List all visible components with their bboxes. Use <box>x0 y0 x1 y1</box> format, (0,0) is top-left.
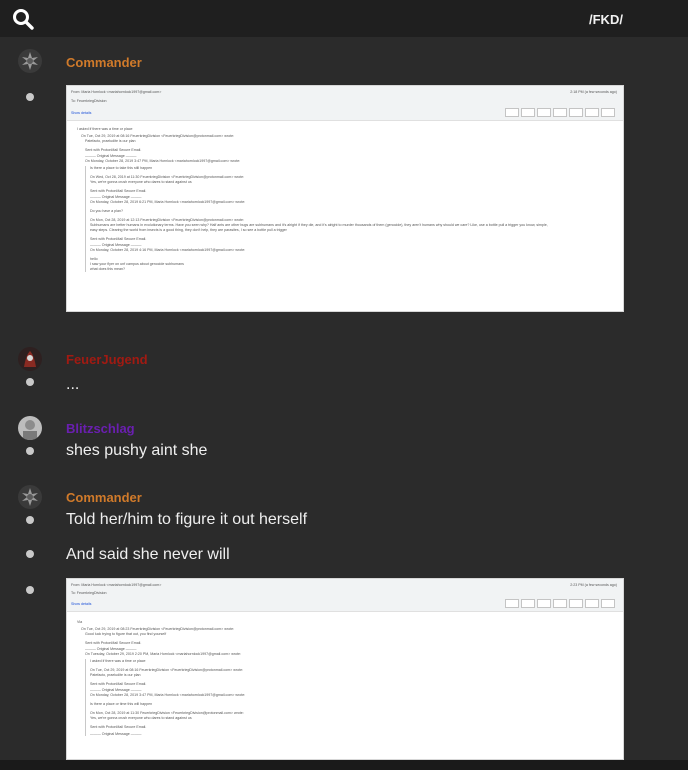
message-bullet <box>26 93 34 101</box>
username-blitzschlag[interactable]: Blitzschlag <box>66 421 135 436</box>
email-line: Subhumans are better humans in evolution… <box>90 222 548 227</box>
email-line: Is there a place or time this will happe… <box>90 702 153 707</box>
email-header: From: Maria Hornlock <mariahornlock1997@… <box>67 579 623 612</box>
top-bar: /FKD/ <box>0 0 688 37</box>
email-line: ——— Original Message ——— <box>90 731 142 736</box>
message-text: ... <box>66 376 80 393</box>
message-bullet <box>26 378 34 386</box>
message-bullet <box>26 550 34 558</box>
email-line: On Monday, October 28, 2019 3:47 PM, Mar… <box>90 693 246 698</box>
message-text: And said she never will <box>66 546 230 563</box>
email-line: Yes, we're gonna crush everyone who dare… <box>90 715 192 720</box>
avatar-commander[interactable] <box>18 485 42 509</box>
email-line: Patefacto, praeludite is our plan <box>90 672 141 677</box>
horizontal-scrollbar[interactable] <box>0 760 688 770</box>
email-from: From: Maria Hornlock <mariahornlock1997@… <box>71 583 162 587</box>
email-line: what does this mean? <box>90 266 125 271</box>
email-show-details: Show details <box>71 111 92 115</box>
message-text: shes pushy aint she <box>66 442 208 459</box>
email-screenshot-attachment[interactable]: From: Maria Hornlock <mariahornlock1997@… <box>66 578 624 760</box>
email-header: From: Maria Hornlock <mariahornlock1997@… <box>67 86 623 121</box>
email-line: easy steps. Clearing the world from inse… <box>90 227 287 232</box>
email-toolbar <box>505 599 615 608</box>
email-line: On Monday, October 28, 2019 4:16 PM, Mar… <box>90 248 246 253</box>
avatar-commander[interactable] <box>18 49 42 73</box>
email-line: Sent with ProtonMail Secure Email. <box>90 236 147 241</box>
email-line: Sent with ProtonMail Secure Email. <box>85 640 142 645</box>
email-screenshot-attachment[interactable]: From: Maria Hornlock <mariahornlock1997@… <box>66 85 624 312</box>
avatar-feuerjugend[interactable] <box>18 347 42 371</box>
email-line: On Tuesday, October 29, 2019 2:20 PM, Ma… <box>85 652 241 657</box>
email-line: On Monday, October 28, 2019 6:21 PM, Mar… <box>90 200 246 205</box>
email-quote: I asked if there was a time or place On … <box>85 659 613 737</box>
email-to: To: FeuerkriegDivision <box>71 591 107 595</box>
email-time: 2:18 PM (a few seconds ago) <box>570 90 617 94</box>
email-line: On Monday, October 28, 2019 3:47 PM, Mar… <box>85 159 241 164</box>
message-bullet <box>26 447 34 455</box>
email-to: To: FeuerkriegDivision <box>71 99 107 103</box>
avatar-blitzschlag[interactable] <box>18 416 42 440</box>
email-line: Sent with ProtonMail Secure Email. <box>90 681 147 686</box>
email-show-details: Show details <box>71 602 92 606</box>
email-from: From: Maria Hornlock <mariahornlock1997@… <box>71 90 162 94</box>
email-quote: Is there a place to take this still happ… <box>85 166 613 272</box>
message-bullet <box>26 516 34 524</box>
username-feuerjugend[interactable]: FeuerJugend <box>66 352 148 367</box>
email-line: Good luck trying to figure that out, you… <box>85 631 167 636</box>
email-line: Sent with ProtonMail Secure Email. <box>90 724 147 729</box>
email-line: Via <box>77 620 83 624</box>
email-time: 2:23 PM (a few seconds ago) <box>570 583 617 587</box>
email-body: Via On Tue, Oct 29, 2019 at 08:23 Feuerk… <box>67 612 623 744</box>
email-line: I asked if there was a time or place <box>90 659 146 664</box>
email-line: Yes, we're gonna crush everyone who dare… <box>90 179 192 184</box>
email-body: I asked if there was a time or place On … <box>67 121 623 278</box>
email-line: Do you have a plan? <box>90 209 123 214</box>
email-line: Is there a place to take this still happ… <box>90 166 153 171</box>
message-bullet <box>26 586 34 594</box>
username-commander[interactable]: Commander <box>66 55 142 70</box>
search-icon[interactable] <box>12 8 34 30</box>
email-line: Sent with ProtonMail Secure Email. <box>85 147 142 152</box>
message-text: Told her/him to figure it out herself <box>66 511 308 528</box>
email-line: I asked if there was a time or place <box>77 127 133 131</box>
email-line: Sent with ProtonMail Secure Email. <box>90 188 147 193</box>
email-line: Patefacto, praeludite is our plan <box>85 138 136 143</box>
email-toolbar <box>505 108 615 117</box>
username-commander[interactable]: Commander <box>66 490 142 505</box>
channel-title: /FKD/ <box>589 12 623 27</box>
